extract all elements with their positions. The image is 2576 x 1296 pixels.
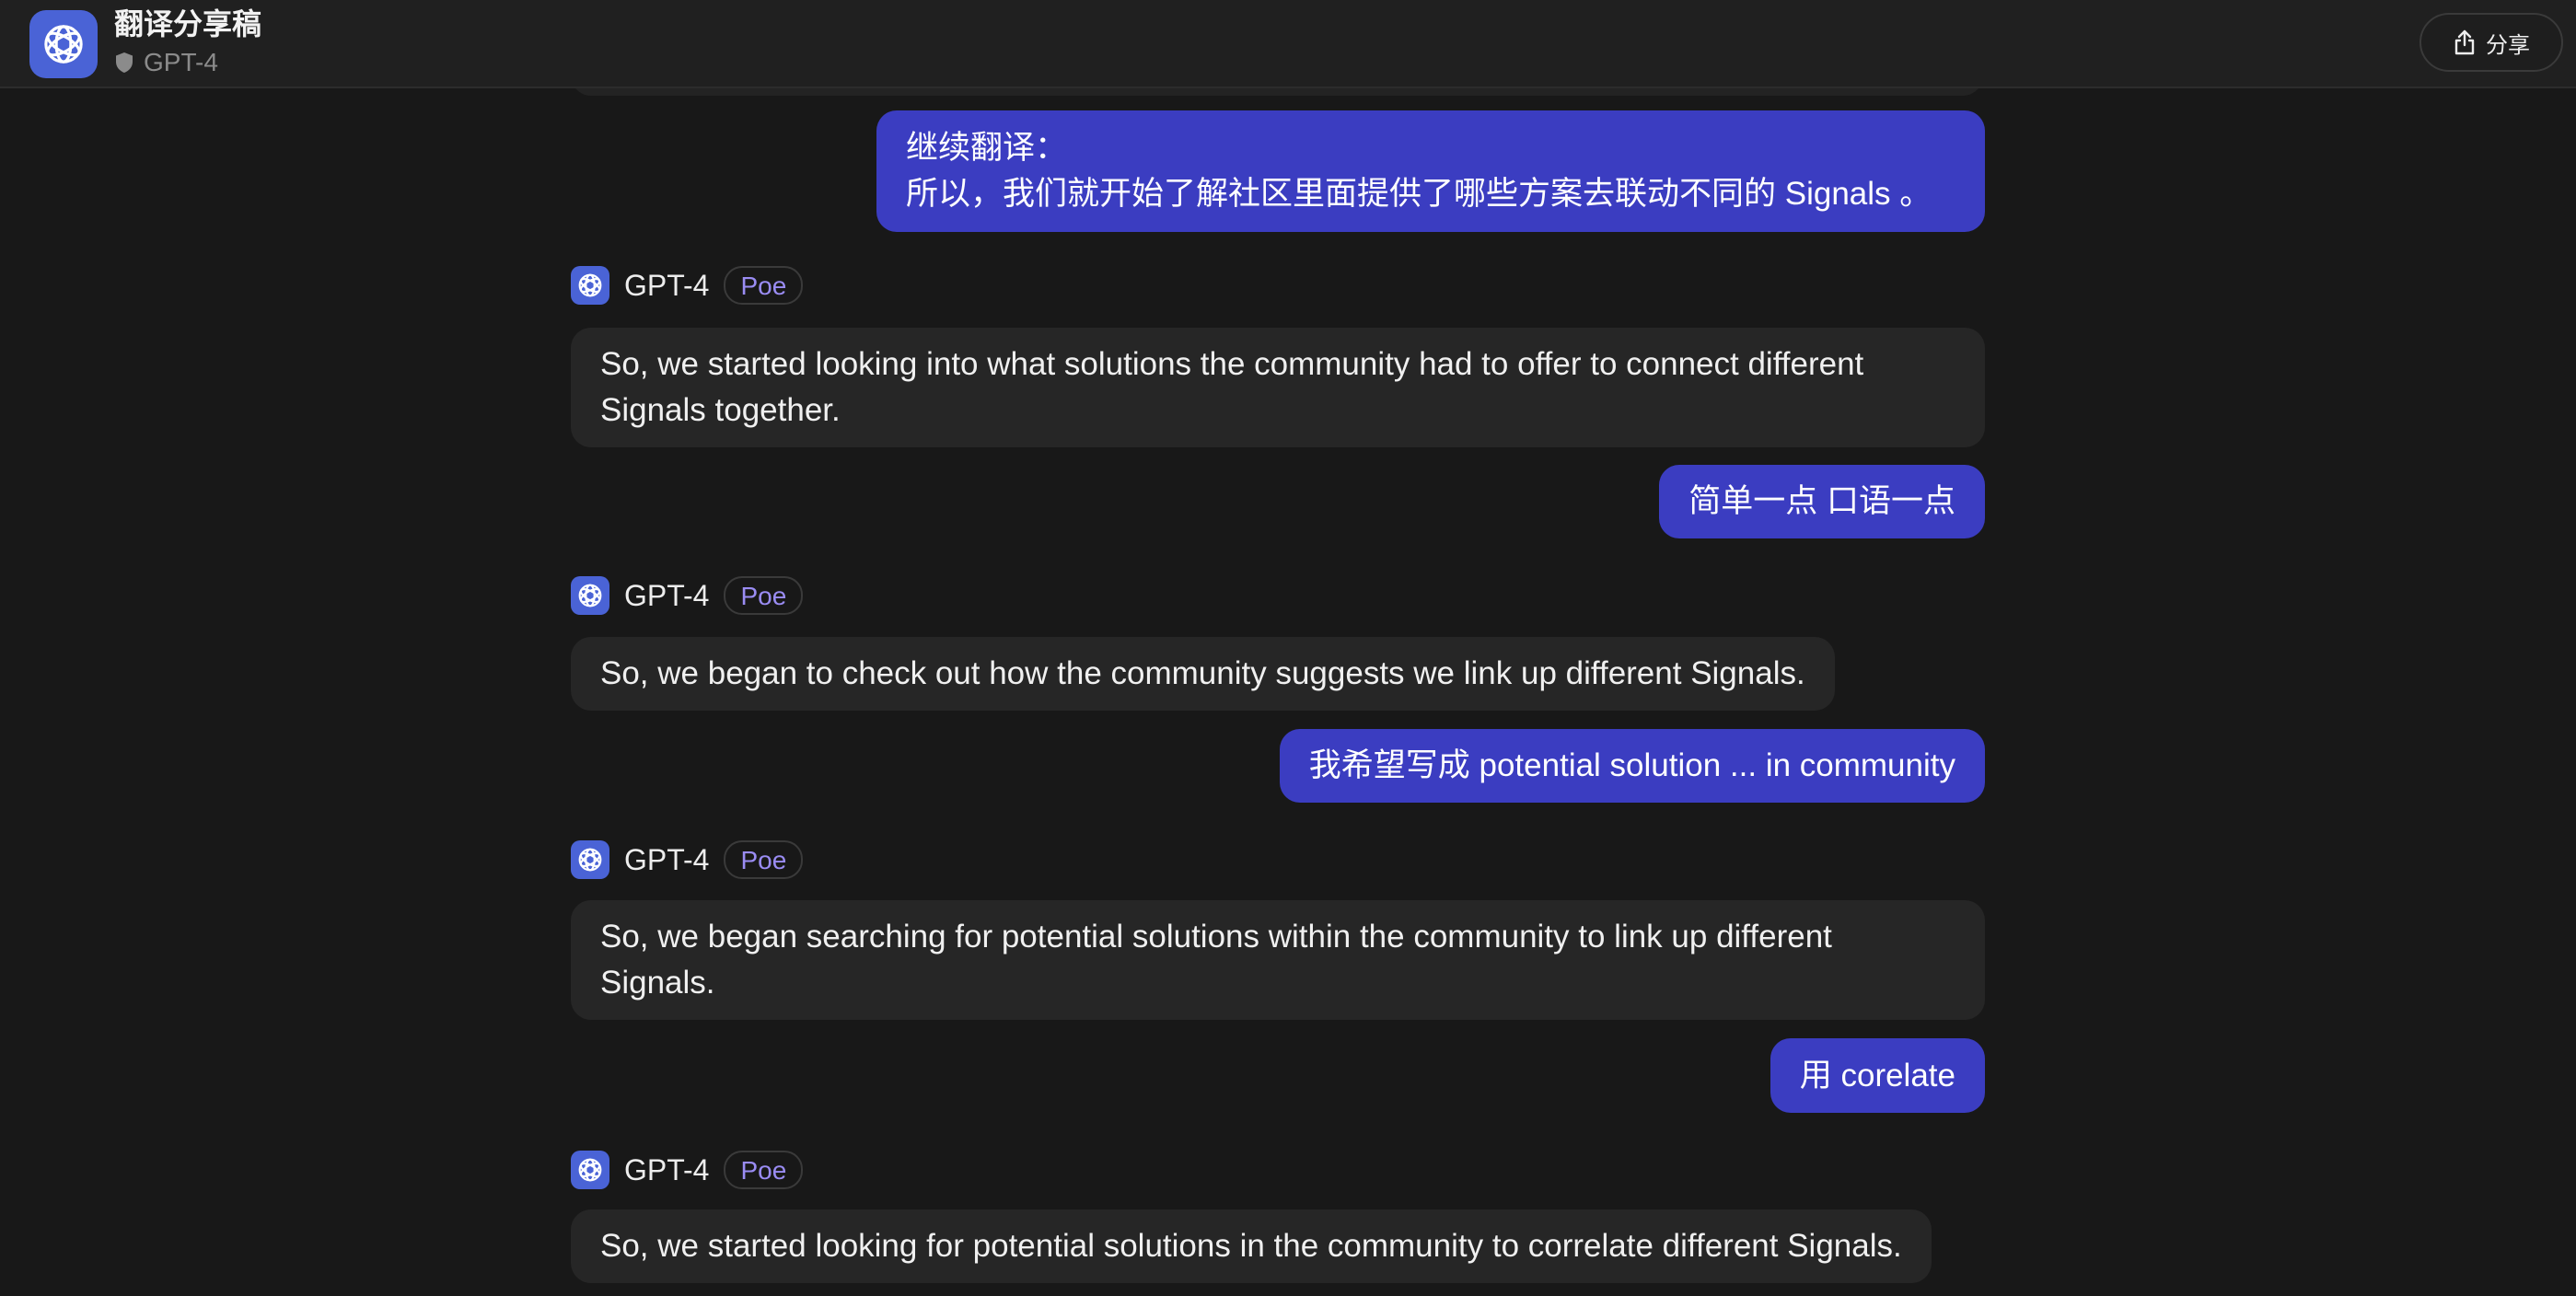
chat-title: 翻译分享稿 <box>114 7 262 40</box>
poe-badge: Poe <box>724 576 804 615</box>
user-message: 我希望写成 potential solution ... in communit… <box>1279 729 1985 803</box>
chat-header: 翻译分享稿 GPT-4 分享 <box>0 0 2576 88</box>
bot-message: So, we started looking into what solutio… <box>571 328 1985 447</box>
bot-message-header: GPT-4 Poe <box>571 1149 804 1191</box>
bot-message: So, we began to check out how the commun… <box>571 637 1835 711</box>
openai-logo-icon[interactable] <box>571 576 609 615</box>
bot-message-header: GPT-4 Poe <box>571 839 804 881</box>
openai-logo-icon[interactable] <box>571 266 609 305</box>
share-button[interactable]: 分享 <box>2419 13 2563 72</box>
shield-icon <box>114 52 134 74</box>
poe-badge: Poe <box>724 266 804 305</box>
bot-name[interactable]: GPT-4 <box>624 579 709 613</box>
bot-meta[interactable]: GPT-4 <box>114 46 218 79</box>
user-message: 继续翻译： 所以，我们就开始了解社区里面提供了哪些方案去联动不同的 Signal… <box>876 110 1985 232</box>
openai-logo-icon[interactable] <box>29 10 98 78</box>
chat-thread: 继续翻译： 所以，我们就开始了解社区里面提供了哪些方案去联动不同的 Signal… <box>0 0 2576 1296</box>
bot-message: So, we began searching for potential sol… <box>571 900 1985 1020</box>
bot-name[interactable]: GPT-4 <box>624 269 709 303</box>
user-message: 用 corelate <box>1770 1038 1985 1113</box>
openai-logo-icon[interactable] <box>571 840 609 879</box>
poe-badge: Poe <box>724 840 804 879</box>
share-icon <box>2453 29 2477 55</box>
poe-badge: Poe <box>724 1151 804 1189</box>
bot-message: So, we started looking for potential sol… <box>571 1209 1932 1283</box>
openai-logo-icon[interactable] <box>571 1151 609 1189</box>
bot-message-header: GPT-4 Poe <box>571 264 804 307</box>
bot-name[interactable]: GPT-4 <box>624 1153 709 1187</box>
bot-message-header: GPT-4 Poe <box>571 574 804 617</box>
share-label: 分享 <box>2486 32 2530 58</box>
bot-name[interactable]: GPT-4 <box>624 843 709 877</box>
bot-model-name: GPT-4 <box>144 48 218 76</box>
user-message: 简单一点 口语一点 <box>1659 465 1985 538</box>
